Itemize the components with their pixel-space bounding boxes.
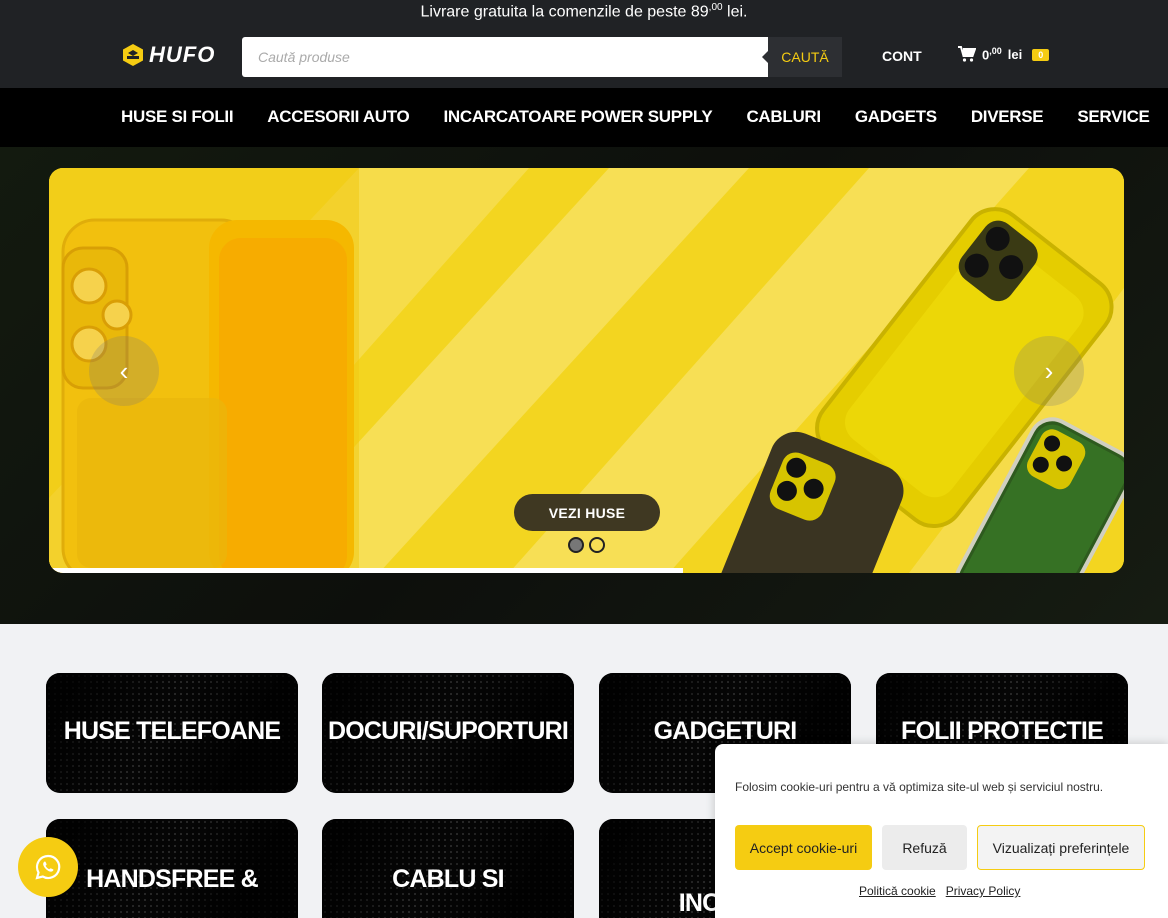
category-label: HANDSFREE &	[86, 865, 259, 893]
hero-section: ‹ › VEZI HUSE	[0, 147, 1168, 624]
category-label: HUSE TELEFOANE	[63, 717, 281, 745]
logo-hex-icon	[123, 44, 143, 66]
search-button[interactable]: CAUTĂ	[762, 37, 842, 77]
nav-item-huse-si-folii[interactable]: HUSE SI FOLII	[121, 107, 234, 127]
promo-text-end: lei.	[722, 3, 748, 21]
cart-total: 0,00	[982, 46, 1002, 62]
cta-button[interactable]: VEZI HUSE	[514, 494, 660, 531]
category-label: FOLII PROTECTIE	[901, 717, 1104, 745]
category-card-docuri-suporturi[interactable]: DOCURI/SUPORTURI	[322, 673, 574, 793]
nav-item-diverse[interactable]: DIVERSE	[971, 107, 1044, 127]
slider-dot[interactable]	[568, 537, 584, 553]
hero-slider[interactable]: ‹ › VEZI HUSE	[49, 168, 1124, 573]
cart-cents: ,00	[989, 46, 1002, 57]
whatsapp-button[interactable]	[18, 837, 78, 897]
category-label: CABLU SI	[392, 865, 504, 893]
refuse-cookies-button[interactable]: Refuză	[882, 825, 967, 870]
nav-item-accesorii-auto[interactable]: ACCESORII AUTO	[267, 107, 410, 127]
category-label: DOCURI/SUPORTURI	[328, 717, 569, 745]
promo-text: Livrare gratuita la comenzile de peste 8…	[420, 3, 709, 21]
whatsapp-icon	[35, 854, 61, 880]
cookie-preferences-button[interactable]: Vizualizați preferințele	[977, 825, 1145, 870]
promo-cents: ,00	[708, 2, 723, 13]
search-input[interactable]	[242, 37, 768, 77]
cart-icon	[958, 46, 976, 62]
main-nav: HUSE SI FOLII ACCESORII AUTO INCARCATOAR…	[0, 88, 1168, 147]
chevron-right-icon: ›	[1044, 355, 1054, 386]
slide-progress-bar	[49, 568, 684, 573]
logo[interactable]: HUFO	[121, 42, 215, 68]
category-card-handsfree[interactable]: HANDSFREE &	[46, 819, 298, 918]
top-bar: Livrare gratuita la comenzile de peste 8…	[0, 0, 1168, 88]
promo-banner: Livrare gratuita la comenzile de peste 8…	[0, 2, 1168, 21]
search-bar: CAUTĂ	[242, 37, 842, 77]
cookie-links: Politică cookie Privacy Policy	[859, 884, 1020, 898]
slider-dot[interactable]	[589, 537, 605, 553]
account-link[interactable]: CONT	[882, 48, 922, 64]
next-slide-button[interactable]: ›	[1014, 336, 1084, 406]
category-card-cablu-si[interactable]: CABLU SI	[322, 819, 574, 918]
cart-count-badge: 0	[1032, 48, 1050, 61]
slider-dots	[568, 537, 605, 553]
nav-item-incarcatoare[interactable]: INCARCATOARE POWER SUPPLY	[443, 107, 712, 127]
nav-item-cabluri[interactable]: CABLURI	[746, 107, 821, 127]
nav-item-service[interactable]: SERVICE	[1077, 107, 1150, 127]
cookie-message: Folosim cookie-uri pentru a vă optimiza …	[735, 780, 1104, 794]
chevron-left-icon: ‹	[119, 355, 129, 386]
cookie-consent-banner: Folosim cookie-uri pentru a vă optimiza …	[715, 744, 1168, 918]
cart-currency: lei	[1007, 47, 1023, 62]
category-card-huse-telefoane[interactable]: HUSE TELEFOANE	[46, 673, 298, 793]
category-label: GADGETURI	[653, 717, 798, 745]
nav-item-gadgets[interactable]: GADGETS	[855, 107, 937, 127]
accept-cookies-button[interactable]: Accept cookie-uri	[735, 825, 872, 870]
cookie-policy-link[interactable]: Politică cookie	[859, 884, 936, 898]
cart-button[interactable]: 0,00 lei 0	[958, 46, 1050, 63]
prev-slide-button[interactable]: ‹	[89, 336, 159, 406]
logo-text: HUFO	[149, 42, 216, 67]
privacy-policy-link[interactable]: Privacy Policy	[946, 884, 1021, 898]
